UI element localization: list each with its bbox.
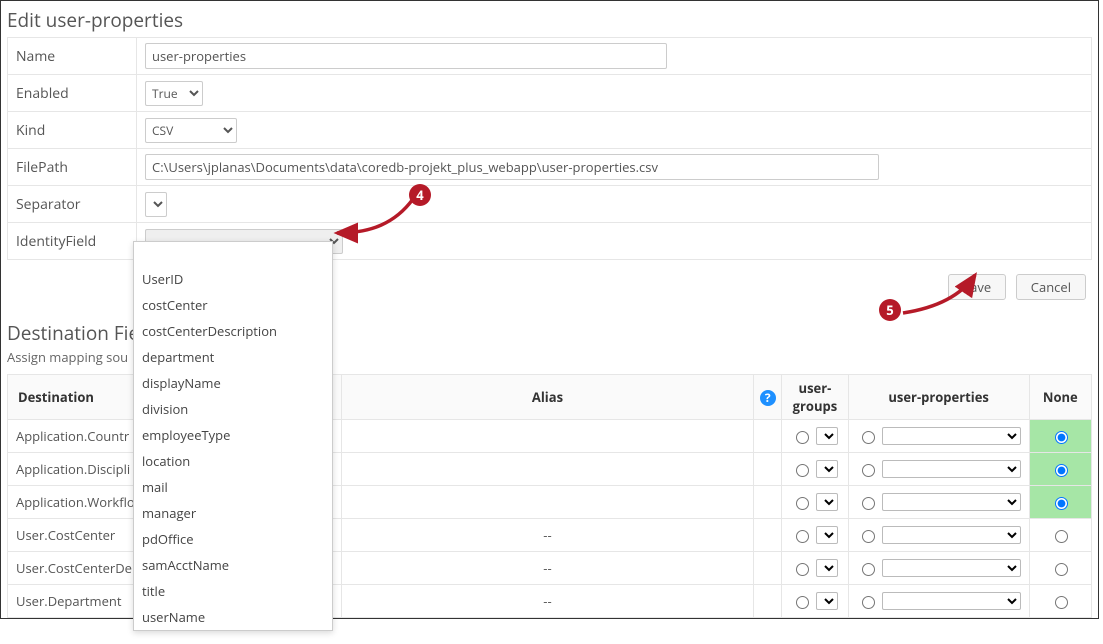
- user-properties-select[interactable]: [882, 493, 1021, 511]
- enabled-label: Enabled: [8, 75, 137, 112]
- identityfield-option[interactable]: userName: [134, 604, 332, 630]
- identityfield-label: IdentityField: [8, 223, 137, 260]
- none-radio[interactable]: [1055, 596, 1068, 609]
- user-groups-radio[interactable]: [796, 431, 809, 444]
- user-properties-select[interactable]: [882, 427, 1021, 445]
- user-properties-select[interactable]: [882, 592, 1021, 610]
- user-groups-radio[interactable]: [796, 497, 809, 510]
- user-groups-select[interactable]: [816, 526, 838, 544]
- identityfield-option[interactable]: pdOffice: [134, 526, 332, 552]
- enabled-select[interactable]: True: [145, 81, 203, 106]
- user-properties-radio[interactable]: [862, 464, 875, 477]
- col-none: None: [1029, 375, 1091, 420]
- user-properties-select[interactable]: [882, 526, 1021, 544]
- user-groups-radio[interactable]: [796, 596, 809, 609]
- user-groups-radio[interactable]: [796, 563, 809, 576]
- separator-select[interactable]: ,: [145, 192, 167, 217]
- identityfield-option[interactable]: title: [134, 578, 332, 604]
- user-properties-radio[interactable]: [862, 596, 875, 609]
- none-radio[interactable]: [1055, 431, 1068, 444]
- identityfield-option[interactable]: location: [134, 448, 332, 474]
- save-button[interactable]: Save: [948, 274, 1006, 300]
- alias-cell: [342, 420, 753, 452]
- identityfield-option[interactable]: displayName: [134, 370, 332, 396]
- page-title: Edit user-properties: [7, 7, 1092, 33]
- help-icon[interactable]: ?: [760, 390, 776, 406]
- identityfield-option[interactable]: samAcctName: [134, 552, 332, 578]
- identityfield-option[interactable]: division: [134, 396, 332, 422]
- col-alias: Alias: [341, 375, 753, 420]
- alias-cell: [342, 486, 753, 518]
- user-properties-select[interactable]: [882, 460, 1021, 478]
- kind-label: Kind: [8, 112, 137, 149]
- alias-cell: --: [342, 552, 753, 584]
- col-user-groups: user-groups: [782, 375, 848, 420]
- col-user-properties: user-properties: [848, 375, 1029, 420]
- col-help: ?: [754, 375, 782, 420]
- none-radio[interactable]: [1055, 530, 1068, 543]
- cancel-button[interactable]: Cancel: [1016, 274, 1086, 300]
- alias-cell: [342, 453, 753, 485]
- name-label: Name: [8, 38, 137, 75]
- user-properties-radio[interactable]: [862, 431, 875, 444]
- identityfield-option[interactable]: [134, 242, 332, 266]
- identityfield-option[interactable]: manager: [134, 500, 332, 526]
- user-groups-select[interactable]: [816, 559, 838, 577]
- user-groups-select[interactable]: [816, 427, 838, 445]
- user-groups-radio[interactable]: [796, 530, 809, 543]
- identityfield-dropdown[interactable]: UserIDcostCentercostCenterDescriptiondep…: [133, 241, 333, 631]
- step-badge-5: 5: [879, 299, 901, 321]
- step-badge-4: 4: [409, 184, 431, 206]
- alias-cell: --: [342, 519, 753, 551]
- user-properties-select[interactable]: [882, 559, 1021, 577]
- name-input[interactable]: [145, 43, 667, 69]
- none-radio[interactable]: [1055, 464, 1068, 477]
- none-radio[interactable]: [1055, 497, 1068, 510]
- user-groups-select[interactable]: [816, 592, 838, 610]
- identityfield-option[interactable]: mail: [134, 474, 332, 500]
- kind-select[interactable]: CSV: [145, 118, 237, 143]
- user-properties-radio[interactable]: [862, 563, 875, 576]
- user-groups-radio[interactable]: [796, 464, 809, 477]
- user-properties-radio[interactable]: [862, 497, 875, 510]
- identityfield-option[interactable]: employeeType: [134, 422, 332, 448]
- user-groups-select[interactable]: [816, 460, 838, 478]
- separator-label: Separator: [8, 186, 137, 223]
- identityfield-option[interactable]: costCenterDescription: [134, 318, 332, 344]
- identityfield-option[interactable]: costCenter: [134, 292, 332, 318]
- edit-form: Name Enabled True Kind CSV FilePath: [7, 37, 1092, 260]
- filepath-input[interactable]: [145, 154, 879, 180]
- none-radio[interactable]: [1055, 563, 1068, 576]
- user-properties-radio[interactable]: [862, 530, 875, 543]
- filepath-label: FilePath: [8, 149, 137, 186]
- user-groups-select[interactable]: [816, 493, 838, 511]
- identityfield-option[interactable]: UserID: [134, 266, 332, 292]
- identityfield-option[interactable]: department: [134, 344, 332, 370]
- alias-cell: --: [342, 585, 753, 617]
